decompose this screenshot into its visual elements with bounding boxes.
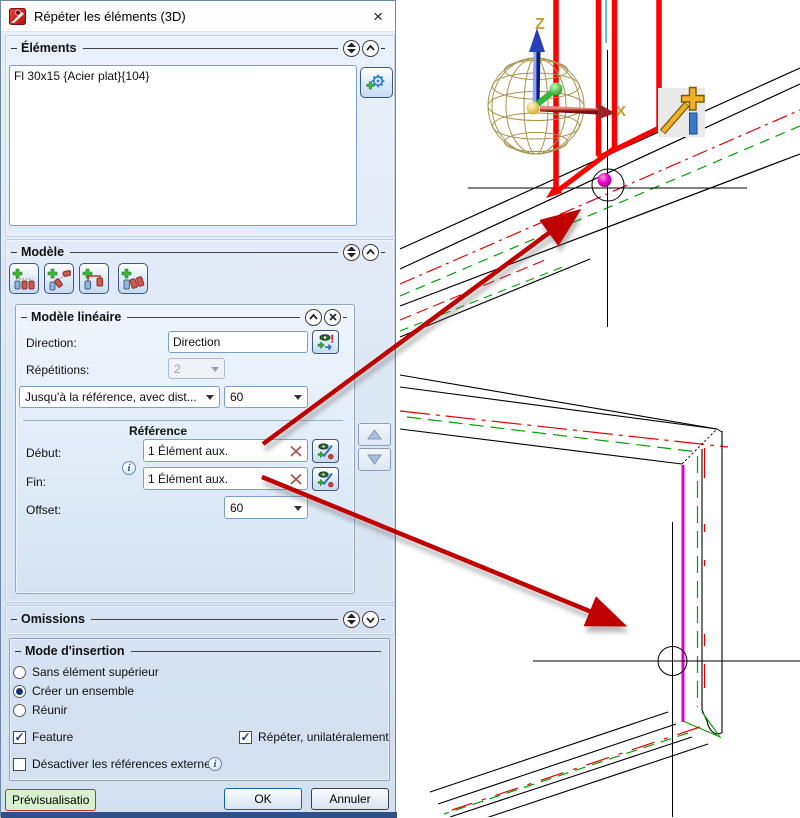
radio-no-parent[interactable]: Sans élément supérieur (13, 665, 159, 679)
dialog-title: Répéter les éléments (3D) (34, 8, 186, 24)
collapse-linear-icon[interactable] (305, 308, 322, 326)
clear-reference-icon[interactable] (289, 444, 303, 458)
distance-combo[interactable]: 60 (224, 386, 308, 408)
pick-start-reference-button[interactable] (312, 439, 339, 463)
clear-reference-icon[interactable] (289, 472, 303, 486)
pick-direction-button[interactable] (312, 330, 339, 354)
reference-label: Référence (129, 424, 188, 438)
end-label: Fin: (26, 475, 47, 489)
preview-button[interactable]: Prévisualisatio (5, 789, 97, 811)
z-axis-label: Z (535, 16, 545, 33)
arrow-down-icon (367, 454, 382, 465)
upper-crosshair (468, 0, 747, 327)
red-construction-lines (546, 0, 663, 198)
pattern-mirror-button[interactable] (118, 263, 148, 294)
z-axis-arrow (529, 28, 545, 107)
origin-point (526, 101, 540, 115)
elements-section-title: Éléments (21, 41, 77, 55)
repeat-unilateral-checkbox[interactable]: ✓ Répéter, unilatéralement (239, 730, 389, 744)
collapse-elements-icon[interactable] (362, 39, 379, 57)
pattern-linear-button[interactable] (9, 263, 39, 294)
radio-icon (13, 684, 26, 698)
free-pattern-icon (47, 268, 71, 290)
close-linear-icon[interactable] (324, 308, 341, 326)
pattern-path-button[interactable] (79, 263, 109, 294)
radio-merge[interactable]: Réunir (13, 703, 67, 717)
feature-checkbox[interactable]: ✓ Feature (13, 730, 73, 744)
model-section-title: Modèle (21, 245, 65, 259)
select-elements-button[interactable] (360, 67, 393, 98)
cursor-tool-icon (658, 86, 705, 137)
linear-pattern-icon (12, 268, 35, 289)
lower-beam-wireframe (399, 374, 729, 817)
pattern-free-button[interactable] (44, 263, 74, 294)
checkbox-icon: ✓ (13, 729, 26, 744)
move-up-button[interactable] (358, 423, 391, 446)
cancel-button[interactable]: Annuler (311, 788, 389, 810)
elements-list[interactable]: Fl 30x15 {Acier plat}{104} (9, 65, 357, 226)
repeat-elements-dialog: Répéter les éléments (3D) × Éléments Fl … (0, 0, 397, 818)
info-icon[interactable]: i (208, 757, 222, 771)
chevron-down-icon (206, 395, 214, 404)
disable-external-refs-checkbox[interactable]: Désactiver les références externes (13, 757, 217, 771)
section-resize-icon[interactable] (343, 243, 360, 261)
offset-label: Offset: (26, 503, 62, 517)
mirror-pattern-icon (121, 268, 145, 289)
collapse-model-icon[interactable] (362, 243, 379, 261)
chevron-down-icon (294, 395, 302, 404)
window-bottom-edge (1, 812, 397, 818)
ok-button[interactable]: OK (224, 788, 302, 810)
arrow-up-icon (367, 429, 382, 440)
repetitions-combo: 2 (168, 358, 225, 379)
list-item[interactable]: Fl 30x15 {Acier plat}{104} (14, 69, 352, 83)
linear-panel-title: Modèle linéaire (31, 310, 122, 324)
move-down-button[interactable] (358, 448, 391, 471)
y-axis-arrow (531, 82, 563, 110)
direction-label: Direction: (26, 336, 77, 350)
close-icon[interactable]: × (373, 8, 383, 25)
pick-direction-icon (317, 334, 333, 351)
insertion-mode-title: Mode d'insertion (25, 644, 125, 658)
upper-beam-wireframe (399, 67, 800, 338)
pick-reference-icon (317, 471, 333, 488)
orbit-sphere (487, 57, 585, 155)
repetitions-label: Répétitions: (26, 363, 90, 377)
checkbox-icon: ✓ (239, 729, 252, 744)
omissions-section-title: Omissions (21, 612, 85, 626)
checkbox-icon (13, 757, 26, 771)
chevron-down-icon (211, 366, 219, 376)
gear-plus-icon (365, 74, 384, 89)
radio-icon (13, 665, 26, 679)
radio-create-assembly[interactable]: Créer un ensemble (13, 684, 134, 698)
section-resize-icon[interactable] (343, 39, 360, 57)
end-reference-field[interactable]: 1 Élément aux. (143, 467, 308, 490)
offset-combo[interactable]: 60 (224, 496, 308, 519)
direction-field[interactable]: Direction (168, 331, 308, 353)
mode-combo[interactable]: Jusqu'à la référence, avec dist... (19, 386, 220, 408)
info-icon[interactable]: i (122, 461, 136, 475)
x-axis-label: X (616, 103, 626, 120)
chevron-down-icon (294, 505, 302, 515)
x-axis-arrow (539, 103, 615, 120)
start-label: Début: (26, 446, 62, 460)
pick-reference-icon (317, 443, 333, 460)
magenta-snap-point (597, 173, 612, 187)
pick-end-reference-button[interactable] (312, 467, 339, 491)
path-pattern-icon (82, 268, 104, 289)
expand-omissions-icon[interactable] (362, 610, 379, 628)
lower-crosshair (533, 522, 800, 817)
radio-icon (13, 703, 26, 717)
app-icon (9, 7, 26, 25)
title-bar: Répéter les éléments (3D) × (1, 1, 395, 32)
start-reference-field[interactable]: 1 Élément aux. (143, 439, 308, 462)
section-resize-icon[interactable] (343, 610, 360, 628)
